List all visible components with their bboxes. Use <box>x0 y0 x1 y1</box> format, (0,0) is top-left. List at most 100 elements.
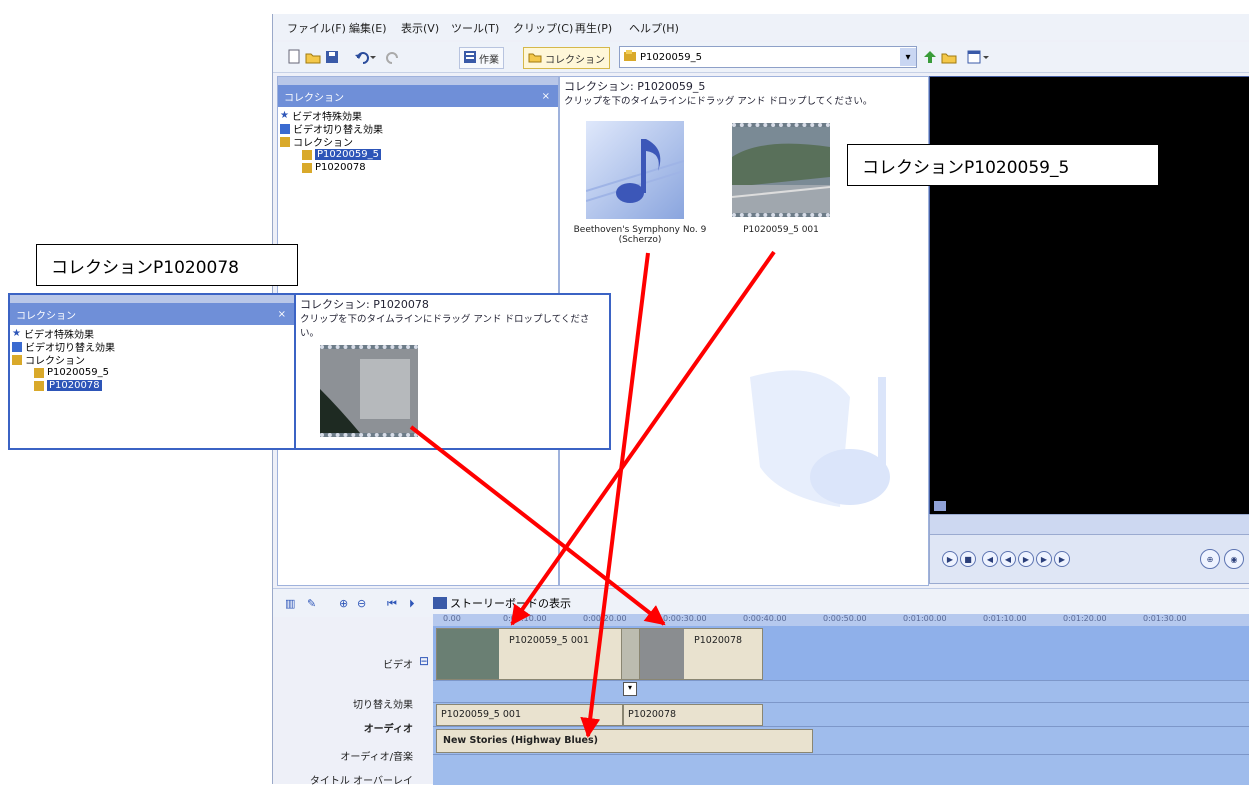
collections-pane-title: コレクション <box>284 92 344 104</box>
menu-play[interactable]: 再生(P) <box>575 20 612 36</box>
track-label-video: ビデオ <box>383 660 413 671</box>
views-icon[interactable] <box>967 47 989 67</box>
collections-pane-header: コレクション × <box>278 85 558 107</box>
popout-pane-header: コレクション × <box>10 303 294 325</box>
popout-pane-title: コレクション <box>16 310 76 322</box>
menu-help[interactable]: ヘルプ(H) <box>629 20 679 36</box>
collections-tree: ★ ビデオ特殊効果 ビデオ切り替え効果 コレクション P1020059_5 P1… <box>278 107 558 174</box>
track-labels: ビデオ ⊟ 切り替え効果 オーディオ オーディオ/音楽 タイトル オーバーレイ <box>273 626 431 787</box>
clip-label: P1020078 <box>694 635 743 646</box>
chevron-down-icon[interactable]: ▾ <box>623 682 637 696</box>
tree-item-label: P1020059_5 <box>315 149 381 160</box>
collection-content-hint: クリップを下のタイムラインにドラッグ アンド ドロップしてください。 <box>564 96 873 107</box>
up-level-icon[interactable] <box>923 47 937 67</box>
playback-controls: ▶ ■ ◀ ◀ ▶ ▶ ▶ ⊕ ◉ <box>929 534 1249 584</box>
snapshot-button[interactable]: ◉ <box>1224 549 1244 569</box>
next-frame-button[interactable]: ▶ <box>1036 551 1052 567</box>
collection-path-value: P1020059_5 <box>640 51 702 63</box>
tree-item-p1020059-5[interactable]: P1020059_5 <box>280 148 558 161</box>
open-project-icon[interactable] <box>305 47 321 67</box>
popout-tree: ★ ビデオ特殊効果 ビデオ切り替え効果 コレクション P1020059_5 P1… <box>10 325 294 392</box>
forward-button[interactable]: ▶ <box>1018 551 1034 567</box>
clip-label: P1020059_5 001 <box>509 635 589 646</box>
timeline-toolbar: ▥ ✎ ⊕ ⊖ ⏮ ⏵ ストーリーボードの表示 <box>273 588 1249 617</box>
timeline-audio-clip[interactable]: P1020059_5 001 <box>436 704 623 726</box>
tree-item-collections[interactable]: コレクション <box>12 353 294 367</box>
tree-item-p1020078[interactable]: P1020078 <box>12 379 294 392</box>
tree-item-p1020059-5[interactable]: P1020059_5 <box>12 366 294 379</box>
new-project-icon[interactable] <box>287 47 301 67</box>
ruler-tick: 0:01:00.00 <box>903 614 947 623</box>
timeline-ruler[interactable]: 0.00 0:00:10.00 0:00:20.00 0:00:30.00 0:… <box>433 614 1249 626</box>
ruler-tick: 0:00:40.00 <box>743 614 787 623</box>
tree-item-label: コレクション <box>293 138 353 149</box>
tree-item-label: P1020059_5 <box>47 367 109 378</box>
timeline-video-clip[interactable]: P1020059_5 001 <box>436 628 623 680</box>
tasks-button[interactable]: 作業 <box>459 47 504 69</box>
title-overlay-track <box>433 754 1249 785</box>
transition-track <box>433 680 1249 703</box>
tree-item-p1020078[interactable]: P1020078 <box>280 161 558 174</box>
menu-bar: ファイル(F) 編集(E) 表示(V) ツール(T) クリップ(C) 再生(P)… <box>273 14 1249 40</box>
narrate-icon[interactable]: ✎ <box>307 597 316 610</box>
play-button[interactable]: ▶ <box>942 551 958 567</box>
save-icon[interactable] <box>325 47 339 67</box>
previous-frame-button[interactable]: ◀ <box>982 551 998 567</box>
tree-item-collections[interactable]: コレクション <box>280 135 558 149</box>
clip-thumbnail <box>437 629 499 679</box>
collection-content-title: コレクション: P1020059_5 <box>564 80 706 93</box>
collapse-track-icon[interactable]: ⊟ <box>419 654 429 668</box>
ruler-tick: 0:00:30.00 <box>663 614 707 623</box>
menu-view[interactable]: 表示(V) <box>401 20 439 36</box>
menu-edit[interactable]: 編集(E) <box>349 20 387 36</box>
clip-caption: Beethoven's Symphony No. 9 (Scherzo) <box>573 225 707 245</box>
close-pane-icon[interactable]: × <box>542 91 550 102</box>
redo-icon[interactable] <box>385 47 407 67</box>
star-icon: ★ <box>280 110 289 121</box>
tasks-icon <box>464 50 476 66</box>
show-storyboard-button[interactable]: ストーリーボードの表示 <box>433 595 571 611</box>
end-button[interactable]: ▶ <box>1054 551 1070 567</box>
menu-file[interactable]: ファイル(F) <box>287 20 346 36</box>
timeline-music-clip[interactable]: New Stories (Highway Blues) <box>436 729 813 753</box>
menu-tools[interactable]: ツール(T) <box>451 20 499 36</box>
close-pane-icon[interactable]: × <box>278 309 286 320</box>
menu-clip[interactable]: クリップ(C) <box>513 20 573 36</box>
ruler-tick: 0:00:10.00 <box>503 614 547 623</box>
clip-thumbnail-audio[interactable] <box>585 121 685 219</box>
ruler-tick: 0:01:10.00 <box>983 614 1027 623</box>
clip-thumbnail-video[interactable] <box>320 345 418 437</box>
stop-button[interactable]: ■ <box>960 551 976 567</box>
transition-slot[interactable] <box>621 628 641 680</box>
rewind-timeline-icon[interactable]: ⏮ <box>387 597 397 611</box>
collections-label: コレクション <box>545 54 605 66</box>
zoom-out-icon[interactable]: ⊖ <box>357 597 366 610</box>
split-clip-button[interactable]: ⊕ <box>1200 549 1220 569</box>
collections-icon <box>528 51 542 66</box>
transition-icon <box>280 123 290 134</box>
zoom-in-icon[interactable]: ⊕ <box>339 597 348 610</box>
popout-content-hint: クリップを下のタイムラインにドラッグ アンド ドロップしてください。 <box>300 314 590 339</box>
clip-caption: P1020059_5 001 <box>743 225 819 235</box>
ruler-tick: 0:01:30.00 <box>1143 614 1187 623</box>
rewind-button[interactable]: ◀ <box>1000 551 1016 567</box>
collections-button[interactable]: コレクション <box>523 47 610 69</box>
clip-label: P1020078 <box>628 709 677 720</box>
clip-thumbnail-video[interactable] <box>731 123 831 217</box>
star-icon: ★ <box>12 328 21 339</box>
timeline-audio-clip[interactable]: P1020078 <box>623 704 763 726</box>
collection-folder-icon <box>302 162 312 173</box>
collection-path-combo[interactable]: P1020059_5 ▾ <box>619 46 917 68</box>
seek-bar[interactable] <box>929 514 1249 536</box>
new-folder-icon[interactable] <box>941 47 957 67</box>
timeline-video-clip[interactable]: P1020078 <box>639 628 763 680</box>
set-audio-levels-icon[interactable]: ▥ <box>285 597 295 610</box>
collection-folder-icon <box>280 136 290 147</box>
ruler-tick: 0.00 <box>443 614 461 623</box>
undo-icon[interactable] <box>355 47 377 67</box>
callout-collection-p1020078: コレクションP1020078 <box>36 244 298 286</box>
play-timeline-icon[interactable]: ⏵ <box>409 597 415 611</box>
popout-content-title: コレクション: P1020078 <box>300 298 429 311</box>
chevron-down-icon[interactable]: ▾ <box>900 48 916 66</box>
ruler-tick: 0:01:20.00 <box>1063 614 1107 623</box>
